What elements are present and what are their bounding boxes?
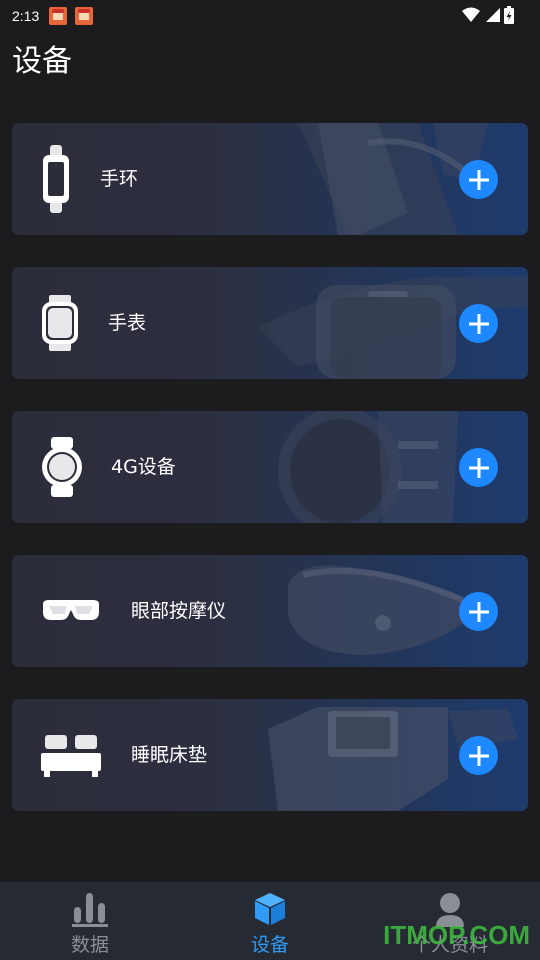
nav-label-data: 数据	[70, 934, 109, 956]
eye-massager-icon	[40, 555, 102, 667]
round-watch-icon	[40, 411, 84, 523]
plus-icon	[468, 457, 489, 478]
notification-app-icon	[49, 7, 68, 25]
device-label: 4G设备	[111, 456, 176, 478]
screen: 2:13 设备 手环 手表 4G设备 眼部按摩仪 睡眠床垫 数据 设备 个人资料…	[0, 0, 540, 960]
device-card-4g[interactable]: 4G设备	[12, 411, 528, 523]
nav-item-devices[interactable]: 设备	[180, 882, 360, 960]
notification-app-icon	[75, 7, 94, 25]
device-card-eye-massager[interactable]: 眼部按摩仪	[12, 555, 528, 667]
add-eye-massager-button[interactable]	[459, 592, 498, 631]
plus-icon	[468, 313, 489, 334]
watermark: ITMOP.COM	[383, 920, 530, 950]
device-label: 手表	[108, 312, 147, 334]
plus-icon	[468, 169, 489, 190]
wifi-icon	[462, 7, 480, 22]
add-watch-button[interactable]	[459, 304, 498, 343]
device-label: 眼部按摩仪	[131, 600, 227, 622]
cube-icon	[255, 893, 285, 925]
signal-icon	[486, 8, 500, 22]
watch-icon	[40, 267, 80, 379]
add-band-button[interactable]	[459, 160, 498, 199]
device-label: 睡眠床垫	[131, 744, 208, 766]
plus-icon	[468, 745, 489, 766]
status-indicators	[462, 6, 514, 24]
band-icon	[40, 123, 72, 235]
nav-label-devices: 设备	[250, 934, 289, 956]
device-label: 手环	[100, 168, 139, 190]
status-time: 2:13	[12, 8, 40, 24]
status-bar: 2:13	[0, 0, 540, 32]
bed-icon	[40, 699, 102, 811]
plus-icon	[468, 601, 489, 622]
device-card-band[interactable]: 手环	[12, 123, 528, 235]
page-title: 设备	[12, 44, 72, 79]
device-card-watch[interactable]: 手表	[12, 267, 528, 379]
bar-chart-icon	[72, 893, 108, 927]
battery-charging-icon	[504, 6, 514, 24]
add-sleep-mattress-button[interactable]	[459, 736, 498, 775]
nav-item-data[interactable]: 数据	[0, 882, 180, 960]
add-4g-device-button[interactable]	[459, 448, 498, 487]
device-card-sleep-mattress[interactable]: 睡眠床垫	[12, 699, 528, 811]
